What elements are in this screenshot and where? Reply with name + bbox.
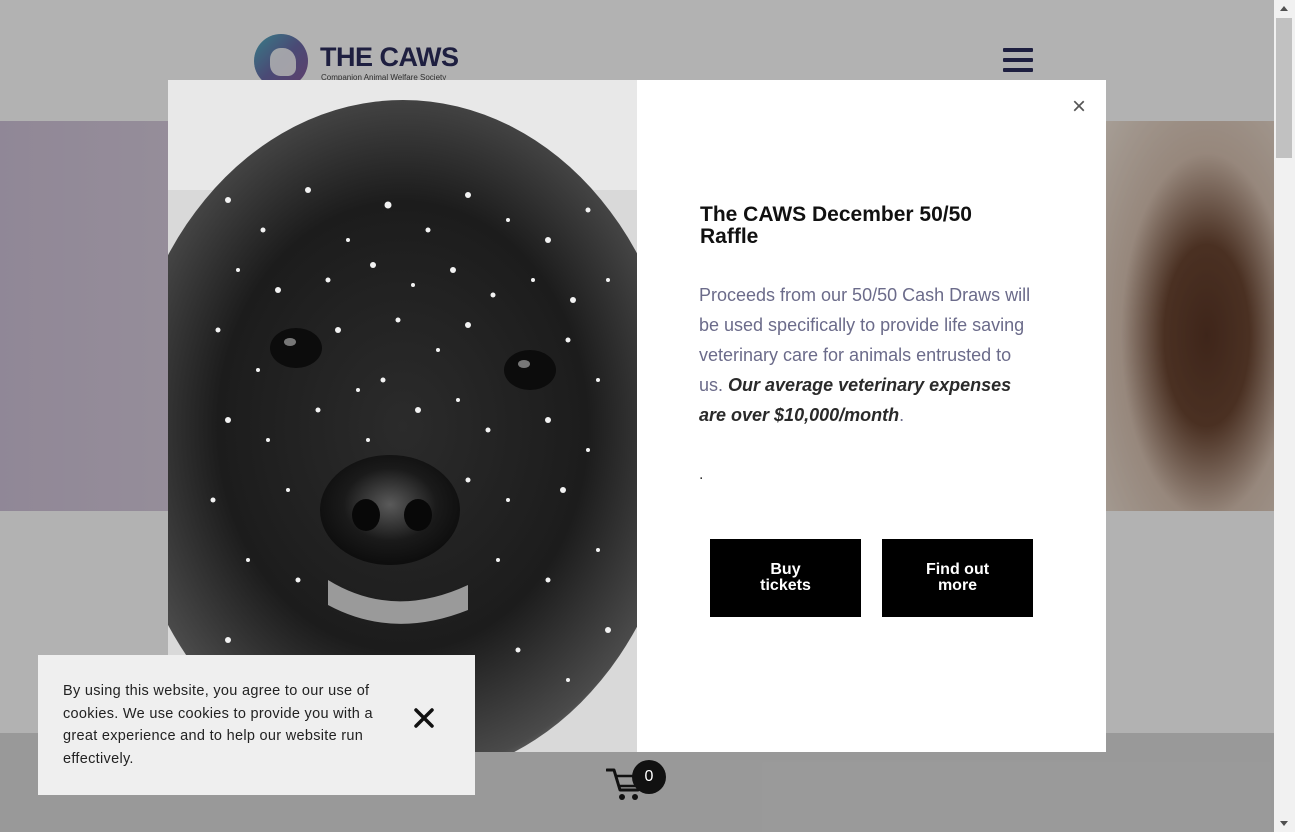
- snowy-dog-photo: [168, 80, 637, 752]
- modal-dot-line: .: [699, 466, 704, 483]
- modal-title: The CAWS December 50/50 Raffle: [700, 203, 972, 248]
- modal-body-emphasis: Our average veterinary expenses are over…: [699, 375, 1012, 425]
- scroll-down-arrow-icon[interactable]: [1274, 815, 1295, 832]
- cookie-text: By using this website, you agree to our …: [63, 683, 373, 767]
- cookie-close-icon[interactable]: [412, 706, 436, 730]
- page-scrollbar[interactable]: [1274, 0, 1295, 832]
- find-out-more-label: Find out more: [925, 561, 990, 594]
- cart-count-badge: 0: [632, 760, 666, 794]
- cart-button[interactable]: 0: [605, 760, 668, 804]
- modal-body: Proceeds from our 50/50 Cash Draws will …: [699, 280, 1039, 430]
- buy-tickets-button[interactable]: Buy tickets: [710, 539, 861, 617]
- raffle-modal: × The CAWS December 50/50 Raffle Proceed…: [168, 80, 1106, 752]
- find-out-more-button[interactable]: Find out more: [882, 539, 1033, 617]
- modal-close-icon[interactable]: ×: [1068, 95, 1090, 119]
- scroll-up-arrow-icon[interactable]: [1274, 0, 1295, 17]
- modal-body-trailing: .: [899, 405, 905, 425]
- scrollbar-thumb[interactable]: [1276, 18, 1292, 158]
- buy-tickets-label: Buy tickets: [760, 561, 811, 594]
- cookie-banner: By using this website, you agree to our …: [38, 655, 475, 795]
